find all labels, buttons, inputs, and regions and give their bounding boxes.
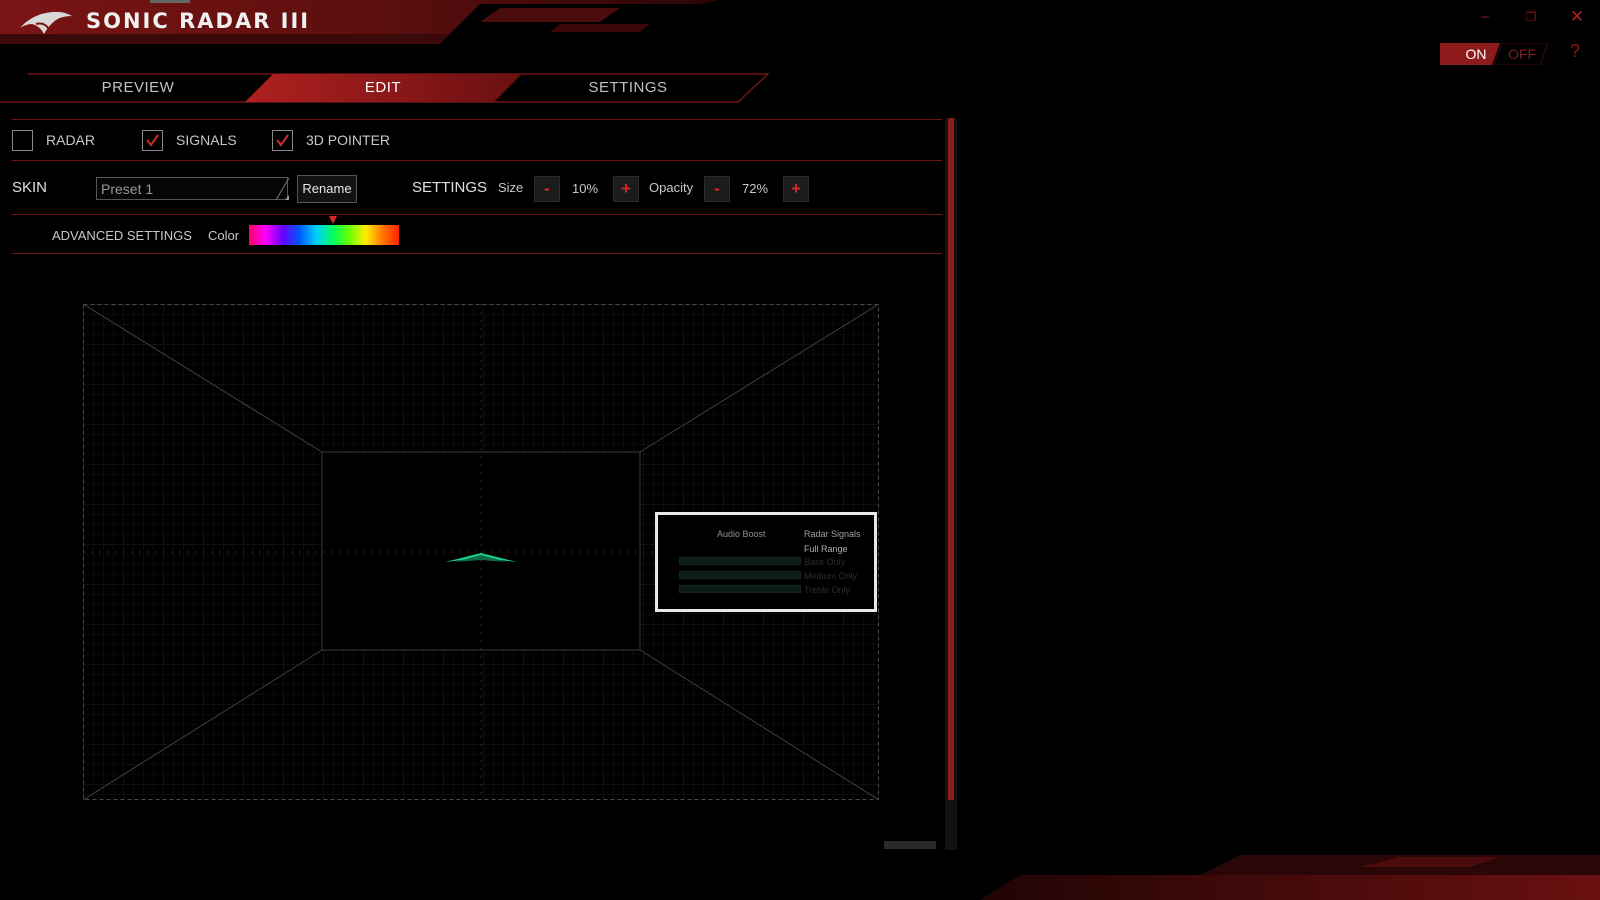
signals-label: SIGNALS bbox=[176, 132, 237, 148]
signal-bar bbox=[679, 585, 801, 593]
title-bar: SONIC RADAR III – ❐ ✕ bbox=[0, 0, 1600, 50]
app-title: SONIC RADAR III bbox=[86, 9, 311, 33]
settings-label: SETTINGS bbox=[412, 179, 488, 196]
bottom-decoration bbox=[980, 855, 1600, 900]
skin-dropdown-corner-icon[interactable] bbox=[276, 177, 290, 201]
color-slider-handle[interactable] bbox=[329, 216, 337, 224]
power-toggle[interactable]: ON OFF bbox=[1440, 43, 1548, 65]
size-increase-button[interactable]: + bbox=[613, 176, 639, 202]
checkbox-box[interactable] bbox=[272, 130, 293, 151]
skin-label: SKIN bbox=[12, 179, 48, 196]
divider bbox=[12, 214, 942, 215]
checkmark-icon bbox=[146, 134, 159, 147]
radar-signals-label: Radar Signals bbox=[804, 529, 861, 539]
minimize-button[interactable]: – bbox=[1470, 6, 1500, 28]
size-label: Size bbox=[498, 180, 524, 195]
3d-pointer-label: 3D POINTER bbox=[306, 132, 391, 148]
bass-only-label: Bass Only bbox=[804, 557, 846, 567]
scrollbar-thumb[interactable] bbox=[948, 118, 954, 800]
close-button[interactable]: ✕ bbox=[1562, 6, 1592, 28]
divider bbox=[12, 119, 942, 120]
tab-preview[interactable]: PREVIEW bbox=[38, 79, 238, 96]
skin-name-input[interactable] bbox=[96, 177, 288, 200]
resize-handle[interactable] bbox=[884, 841, 936, 849]
divider bbox=[12, 160, 942, 161]
signal-bar bbox=[679, 557, 801, 565]
power-off-label[interactable]: OFF bbox=[1502, 46, 1542, 62]
full-range-label: Full Range bbox=[804, 544, 848, 554]
checkbox-box[interactable] bbox=[142, 130, 163, 151]
signal-bar bbox=[679, 571, 801, 579]
treble-only-label: Treble Only bbox=[804, 585, 851, 595]
tab-settings[interactable]: SETTINGS bbox=[528, 79, 728, 96]
audio-boost-label: Audio Boost bbox=[717, 529, 766, 539]
divider bbox=[12, 253, 942, 254]
tab-edit[interactable]: EDIT bbox=[283, 79, 483, 96]
opacity-increase-button[interactable]: + bbox=[783, 176, 809, 202]
help-icon[interactable]: ? bbox=[1570, 41, 1580, 62]
color-label: Color bbox=[208, 228, 240, 243]
checkbox-box[interactable] bbox=[12, 130, 33, 151]
advanced-settings-toggle[interactable]: ADVANCED SETTINGS bbox=[52, 228, 192, 243]
rename-button[interactable]: Rename bbox=[297, 175, 357, 203]
rog-logo-icon bbox=[20, 11, 72, 35]
radar-signals-preview-panel[interactable]: Audio Boost Radar Signals Full Range Bas… bbox=[655, 512, 877, 612]
power-on-label[interactable]: ON bbox=[1456, 46, 1496, 62]
main-tabs: PREVIEW EDIT SETTINGS bbox=[0, 73, 770, 103]
color-spectrum-slider[interactable] bbox=[249, 225, 399, 245]
size-decrease-button[interactable]: - bbox=[534, 176, 560, 202]
size-value: 10% bbox=[571, 181, 599, 196]
opacity-decrease-button[interactable]: - bbox=[704, 176, 730, 202]
opacity-label: Opacity bbox=[649, 180, 694, 195]
opacity-value: 72% bbox=[741, 181, 769, 196]
checkmark-icon bbox=[276, 134, 289, 147]
radar-label: RADAR bbox=[46, 132, 96, 148]
restore-button[interactable]: ❐ bbox=[1516, 6, 1546, 28]
vertical-scrollbar[interactable] bbox=[945, 118, 957, 850]
medium-only-label: Medium Only bbox=[804, 571, 858, 581]
